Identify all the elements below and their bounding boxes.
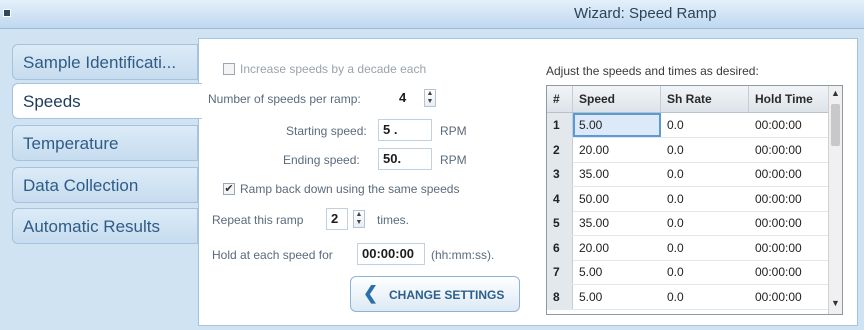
table-row[interactable]: 8 5.00 0.0 00:00:00 [547,284,830,310]
ending-speed-label: Ending speed: [283,153,360,167]
table-row[interactable]: 2 20.00 0.0 00:00:00 [547,137,830,163]
repeat-stepper[interactable]: ▲ ▼ [353,210,365,228]
ending-speed-field[interactable]: 50. [378,148,432,170]
tab-automatic-results[interactable]: Automatic Results [12,208,198,244]
tab-label: Speeds [23,92,81,111]
table-row[interactable]: 7 5.00 0.0 00:00:00 [547,260,830,285]
table-cell[interactable]: 00:00:00 [749,260,830,284]
tab-label: Sample Identificati... [23,53,177,72]
hold-suffix: (hh:mm:ss). [431,248,495,262]
ramp-back-label: Ramp back down using the same speeds [240,182,460,196]
scroll-down-icon[interactable]: ▼ [829,298,842,312]
table-cell[interactable]: 5.00 [573,285,661,309]
repeat-field[interactable]: 2 [326,208,348,230]
table-header: # Speed Sh Rate Hold Time [547,86,830,113]
increase-decade-checkbox[interactable] [223,63,235,75]
tab-label: Automatic Results [23,217,160,236]
check-mark-icon: ✔ [224,183,234,195]
row-number: 7 [547,260,573,284]
table-cell[interactable]: 00:00:00 [749,187,830,211]
table-cell[interactable]: 5.00 [573,113,661,137]
table-cell[interactable]: 00:00:00 [749,138,830,162]
ending-speed-unit: RPM [440,153,467,167]
row-number: 6 [547,235,573,260]
table-cell[interactable]: 50.00 [573,187,661,211]
table-cell[interactable]: 00:00:00 [749,162,830,186]
scroll-up-icon[interactable]: ▲ [829,88,842,102]
table-cell[interactable]: 0.0 [661,162,749,186]
tab-label: Temperature [23,134,119,153]
tab-data-collection[interactable]: Data Collection [12,167,198,203]
speeds-per-ramp-stepper[interactable]: ▲ ▼ [424,89,436,107]
table-cell[interactable]: 5.00 [573,260,661,284]
table-cell[interactable]: 00:00:00 [749,285,830,309]
table-cell[interactable]: 00:00:00 [749,113,830,137]
table-cell[interactable]: 35.00 [573,211,661,235]
table-cell[interactable]: 0.0 [661,113,749,137]
scroll-thumb[interactable] [831,104,840,146]
row-number: 5 [547,211,573,235]
table-cell[interactable]: 0.0 [661,236,749,260]
table-scrollbar[interactable]: ▲ ▼ [828,86,842,314]
change-settings-label: CHANGE SETTINGS [389,288,505,302]
starting-speed-field[interactable]: 5 . [378,119,432,141]
row-number: 4 [547,186,573,211]
table-cell[interactable]: 0.0 [661,211,749,235]
table-cell[interactable]: 00:00:00 [749,236,830,260]
table-row[interactable]: 1 5.00 0.0 00:00:00 [547,113,830,138]
tab-label: Data Collection [23,176,139,195]
speeds-per-ramp-label: Number of speeds per ramp: [208,92,361,106]
title-bar: Wizard: Speed Ramp [0,0,864,29]
repeat-label: Repeat this ramp [212,213,304,227]
table-row[interactable]: 5 35.00 0.0 00:00:00 [547,211,830,236]
row-number: 3 [547,162,573,186]
column-header[interactable]: Sh Rate [661,86,749,112]
hold-time-field[interactable]: 00:00:00 [357,243,425,265]
window-menu-icon[interactable] [3,9,11,17]
tab-temperature[interactable]: Temperature [12,125,198,161]
starting-speed-unit: RPM [440,124,467,138]
table-row[interactable]: 6 20.00 0.0 00:00:00 [547,235,830,261]
table-cell[interactable]: 35.00 [573,162,661,186]
row-number: 2 [547,137,573,162]
table-cell[interactable]: 0.0 [661,285,749,309]
table-cell[interactable]: 0.0 [661,260,749,284]
ramp-back-checkbox[interactable]: ✔ [223,183,235,195]
table-cell[interactable]: 20.00 [573,236,661,260]
window-title: Wizard: Speed Ramp [574,5,717,22]
hold-label: Hold at each speed for [212,248,333,262]
speed-table[interactable]: # Speed Sh Rate Hold Time 1 5.00 0.0 00:00:… [546,85,843,315]
column-header[interactable]: # [547,86,573,112]
row-number: 1 [547,113,573,137]
chevron-left-icon: ❮ [363,283,379,303]
column-header[interactable]: Hold Time [749,86,830,112]
table-cell[interactable]: 00:00:00 [749,211,830,235]
column-header[interactable]: Speed [573,86,661,112]
table-caption: Adjust the speeds and times as desired: [546,64,759,78]
speeds-per-ramp-field[interactable]: 4 [395,88,421,110]
table-row[interactable]: 3 35.00 0.0 00:00:00 [547,162,830,187]
row-number: 8 [547,284,573,309]
repeat-suffix: times. [377,213,410,227]
change-settings-button[interactable]: ❮ CHANGE SETTINGS [350,276,520,312]
tab-sample-identification[interactable]: Sample Identificati... [12,44,198,80]
tab-speeds[interactable]: Speeds [12,83,202,119]
table-cell[interactable]: 0.0 [661,138,749,162]
starting-speed-label: Starting speed: [286,124,367,138]
table-row[interactable]: 4 50.00 0.0 00:00:00 [547,186,830,212]
table-cell[interactable]: 0.0 [661,187,749,211]
increase-decade-label: Increase speeds by a decade each [240,62,427,76]
table-cell[interactable]: 20.00 [573,138,661,162]
